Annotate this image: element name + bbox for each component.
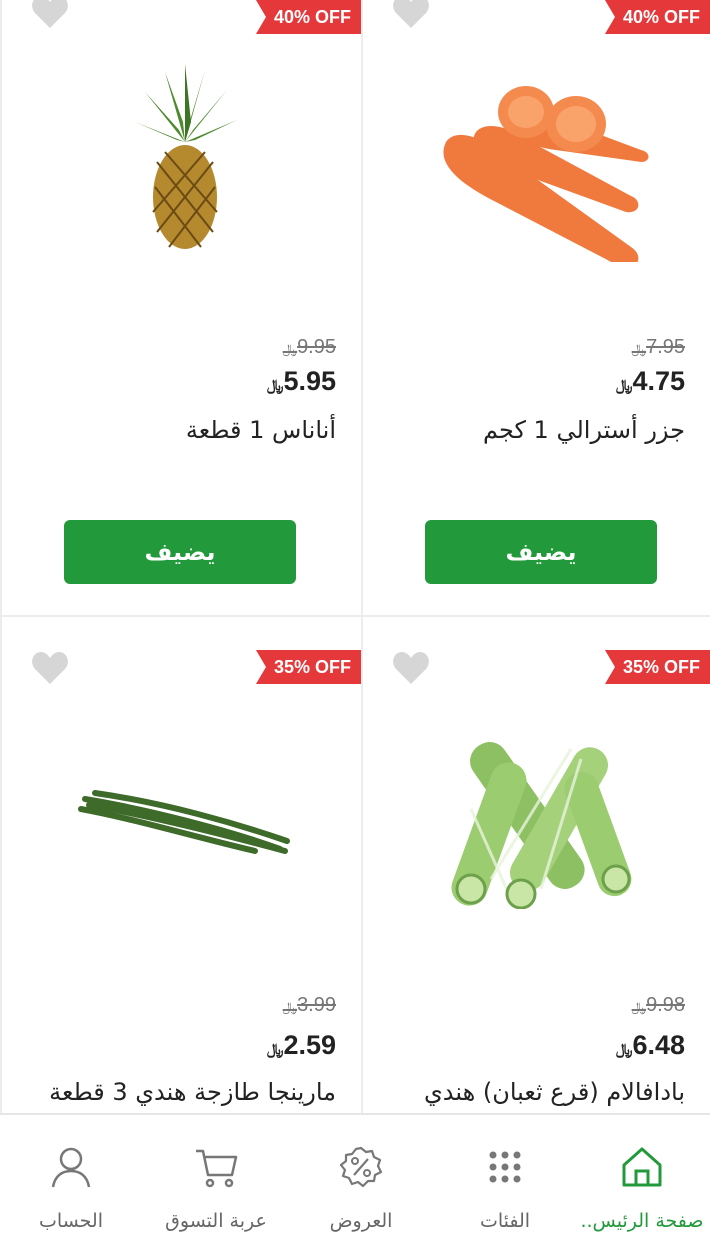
old-price: 3.99﷼: [282, 994, 336, 1016]
grid-divider: [361, 0, 363, 1113]
product-card-snake-gourd[interactable]: 35% OFF 9.98﷼ 6.48﷼ بادافالام (قرع ثعبان…: [361, 616, 710, 1113]
product-card-drumsticks[interactable]: 35% OFF 3.99﷼ 2.59﷼ مارينجا طازجة هندي 3…: [0, 616, 361, 1113]
current-price: 6.48﷼: [615, 1030, 685, 1060]
add-to-cart-button[interactable]: يضيف: [64, 520, 296, 584]
current-price: 4.75﷼: [615, 366, 685, 396]
discount-badge: 40% OFF: [255, 0, 361, 34]
grid-edge: [0, 0, 2, 1113]
nav-label: صفحة الرئيس..: [580, 1210, 704, 1232]
discount-badge: 40% OFF: [604, 0, 710, 34]
nav-cart[interactable]: عربة التسوق: [145, 1115, 287, 1238]
grid-divider: [0, 615, 710, 617]
product-grid: 40% OFF 9.95﷼ 5.95﷼ أناناس 1 قطعة يضيف 4…: [0, 0, 710, 1113]
product-image-drumsticks[interactable]: [40, 694, 330, 944]
add-to-cart-button[interactable]: يضيف: [425, 520, 657, 584]
home-icon: [620, 1145, 664, 1189]
favorite-heart-icon[interactable]: [391, 0, 431, 30]
nav-label: الفئات: [479, 1210, 531, 1232]
discount-badge: 35% OFF: [604, 650, 710, 684]
current-price: 5.95﷼: [266, 366, 336, 396]
favorite-heart-icon[interactable]: [30, 650, 70, 686]
product-image-snake-gourd[interactable]: [401, 694, 691, 944]
product-name[interactable]: أناناس 1 قطعة: [186, 416, 336, 444]
current-price: 2.59﷼: [266, 1030, 336, 1060]
product-image-carrots[interactable]: [401, 37, 691, 287]
product-card-carrots[interactable]: 40% OFF 7.95﷼ 4.75﷼ جزر أسترالي 1 كجم يض…: [361, 0, 710, 616]
nav-label: العروض: [329, 1210, 393, 1232]
favorite-heart-icon[interactable]: [391, 650, 431, 686]
bottom-navigation: الحساب عربة التسوق العروض الفئات صفحة ال…: [0, 1113, 710, 1238]
old-price: 9.95﷼: [282, 336, 336, 358]
user-icon: [49, 1145, 93, 1189]
discount-badge: 35% OFF: [255, 650, 361, 684]
product-name[interactable]: مارينجا طازجة هندي 3 قطعة: [49, 1078, 336, 1106]
grid-icon: [483, 1145, 527, 1189]
nav-label: عربة التسوق: [165, 1210, 267, 1232]
cart-icon: [194, 1145, 238, 1189]
old-price: 7.95﷼: [631, 336, 685, 358]
product-card-pineapple[interactable]: 40% OFF 9.95﷼ 5.95﷼ أناناس 1 قطعة يضيف: [0, 0, 361, 616]
nav-offers[interactable]: العروض: [290, 1115, 432, 1238]
product-name[interactable]: جزر أسترالي 1 كجم: [483, 416, 685, 444]
nav-categories[interactable]: الفئات: [434, 1115, 576, 1238]
nav-label: الحساب: [39, 1210, 103, 1232]
offers-icon: [339, 1145, 383, 1189]
old-price: 9.98﷼: [631, 994, 685, 1016]
favorite-heart-icon[interactable]: [30, 0, 70, 30]
product-image-pineapple[interactable]: [40, 37, 330, 287]
nav-home[interactable]: صفحة الرئيس..: [574, 1115, 710, 1238]
nav-account[interactable]: الحساب: [0, 1115, 142, 1238]
product-name[interactable]: بادافالام (قرع ثعبان) هندي: [424, 1078, 685, 1106]
